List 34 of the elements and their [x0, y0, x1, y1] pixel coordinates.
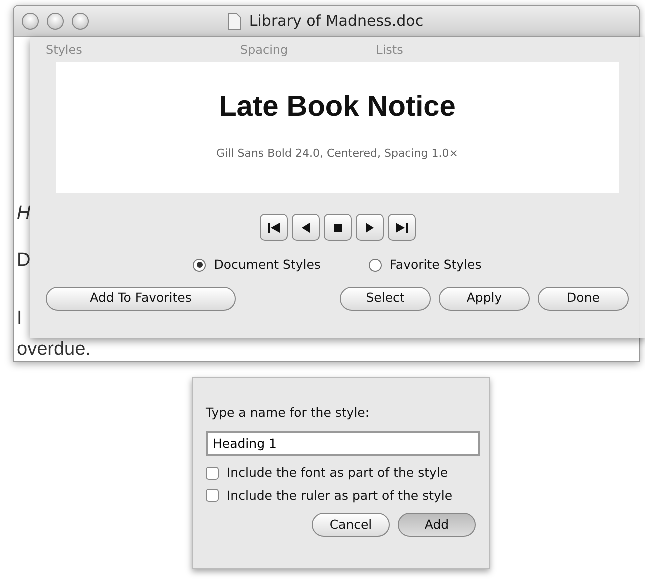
- name-field[interactable]: Heading 1: [206, 430, 480, 456]
- dialog-button[interactable]: Add To Favorites: [46, 286, 236, 311]
- stop-button[interactable]: [324, 214, 352, 241]
- play-back-button[interactable]: [292, 214, 320, 241]
- window-title: Library of Madness.doc: [249, 10, 424, 32]
- skip-back-button[interactable]: [260, 214, 288, 241]
- window-control-icon[interactable]: [72, 12, 89, 30]
- document-icon: [228, 12, 242, 30]
- skip-back-icon: [266, 220, 280, 234]
- document-letter: D: [17, 250, 31, 273]
- dialog-button[interactable]: Select: [340, 286, 431, 311]
- document-letter: I: [17, 308, 22, 330]
- play-button[interactable]: [356, 214, 384, 241]
- radio-button[interactable]: [368, 258, 382, 272]
- dialog-prompt: Type a name for the style:: [206, 404, 371, 422]
- checkbox[interactable]: [206, 466, 219, 480]
- checkbox-label: Include the font as part of the style: [227, 464, 448, 482]
- dialog-button[interactable]: Add: [398, 513, 476, 538]
- document-letter: H: [17, 203, 31, 226]
- window-control-icon[interactable]: [22, 12, 39, 30]
- radio-label: Document Styles: [214, 256, 321, 274]
- radio-button[interactable]: [193, 258, 206, 272]
- document-text: overdue.: [17, 339, 91, 362]
- preview-description: Gill Sans Bold 24.0, Centered, Spacing 1.0×: [216, 146, 458, 162]
- checkbox[interactable]: [206, 489, 219, 502]
- skip-forward-icon: [394, 220, 408, 234]
- dialog-button[interactable]: Cancel: [312, 513, 390, 538]
- dialog-button[interactable]: Apply: [439, 286, 530, 311]
- skip-forward-button[interactable]: [388, 214, 416, 241]
- checkbox-label: Include the ruler as part of the style: [227, 486, 453, 505]
- radio-label: Favorite Styles: [390, 256, 482, 274]
- dialog-button[interactable]: Done: [538, 286, 629, 311]
- preview-title: Late Book Notice: [219, 90, 456, 125]
- window-control-icon[interactable]: [47, 12, 64, 30]
